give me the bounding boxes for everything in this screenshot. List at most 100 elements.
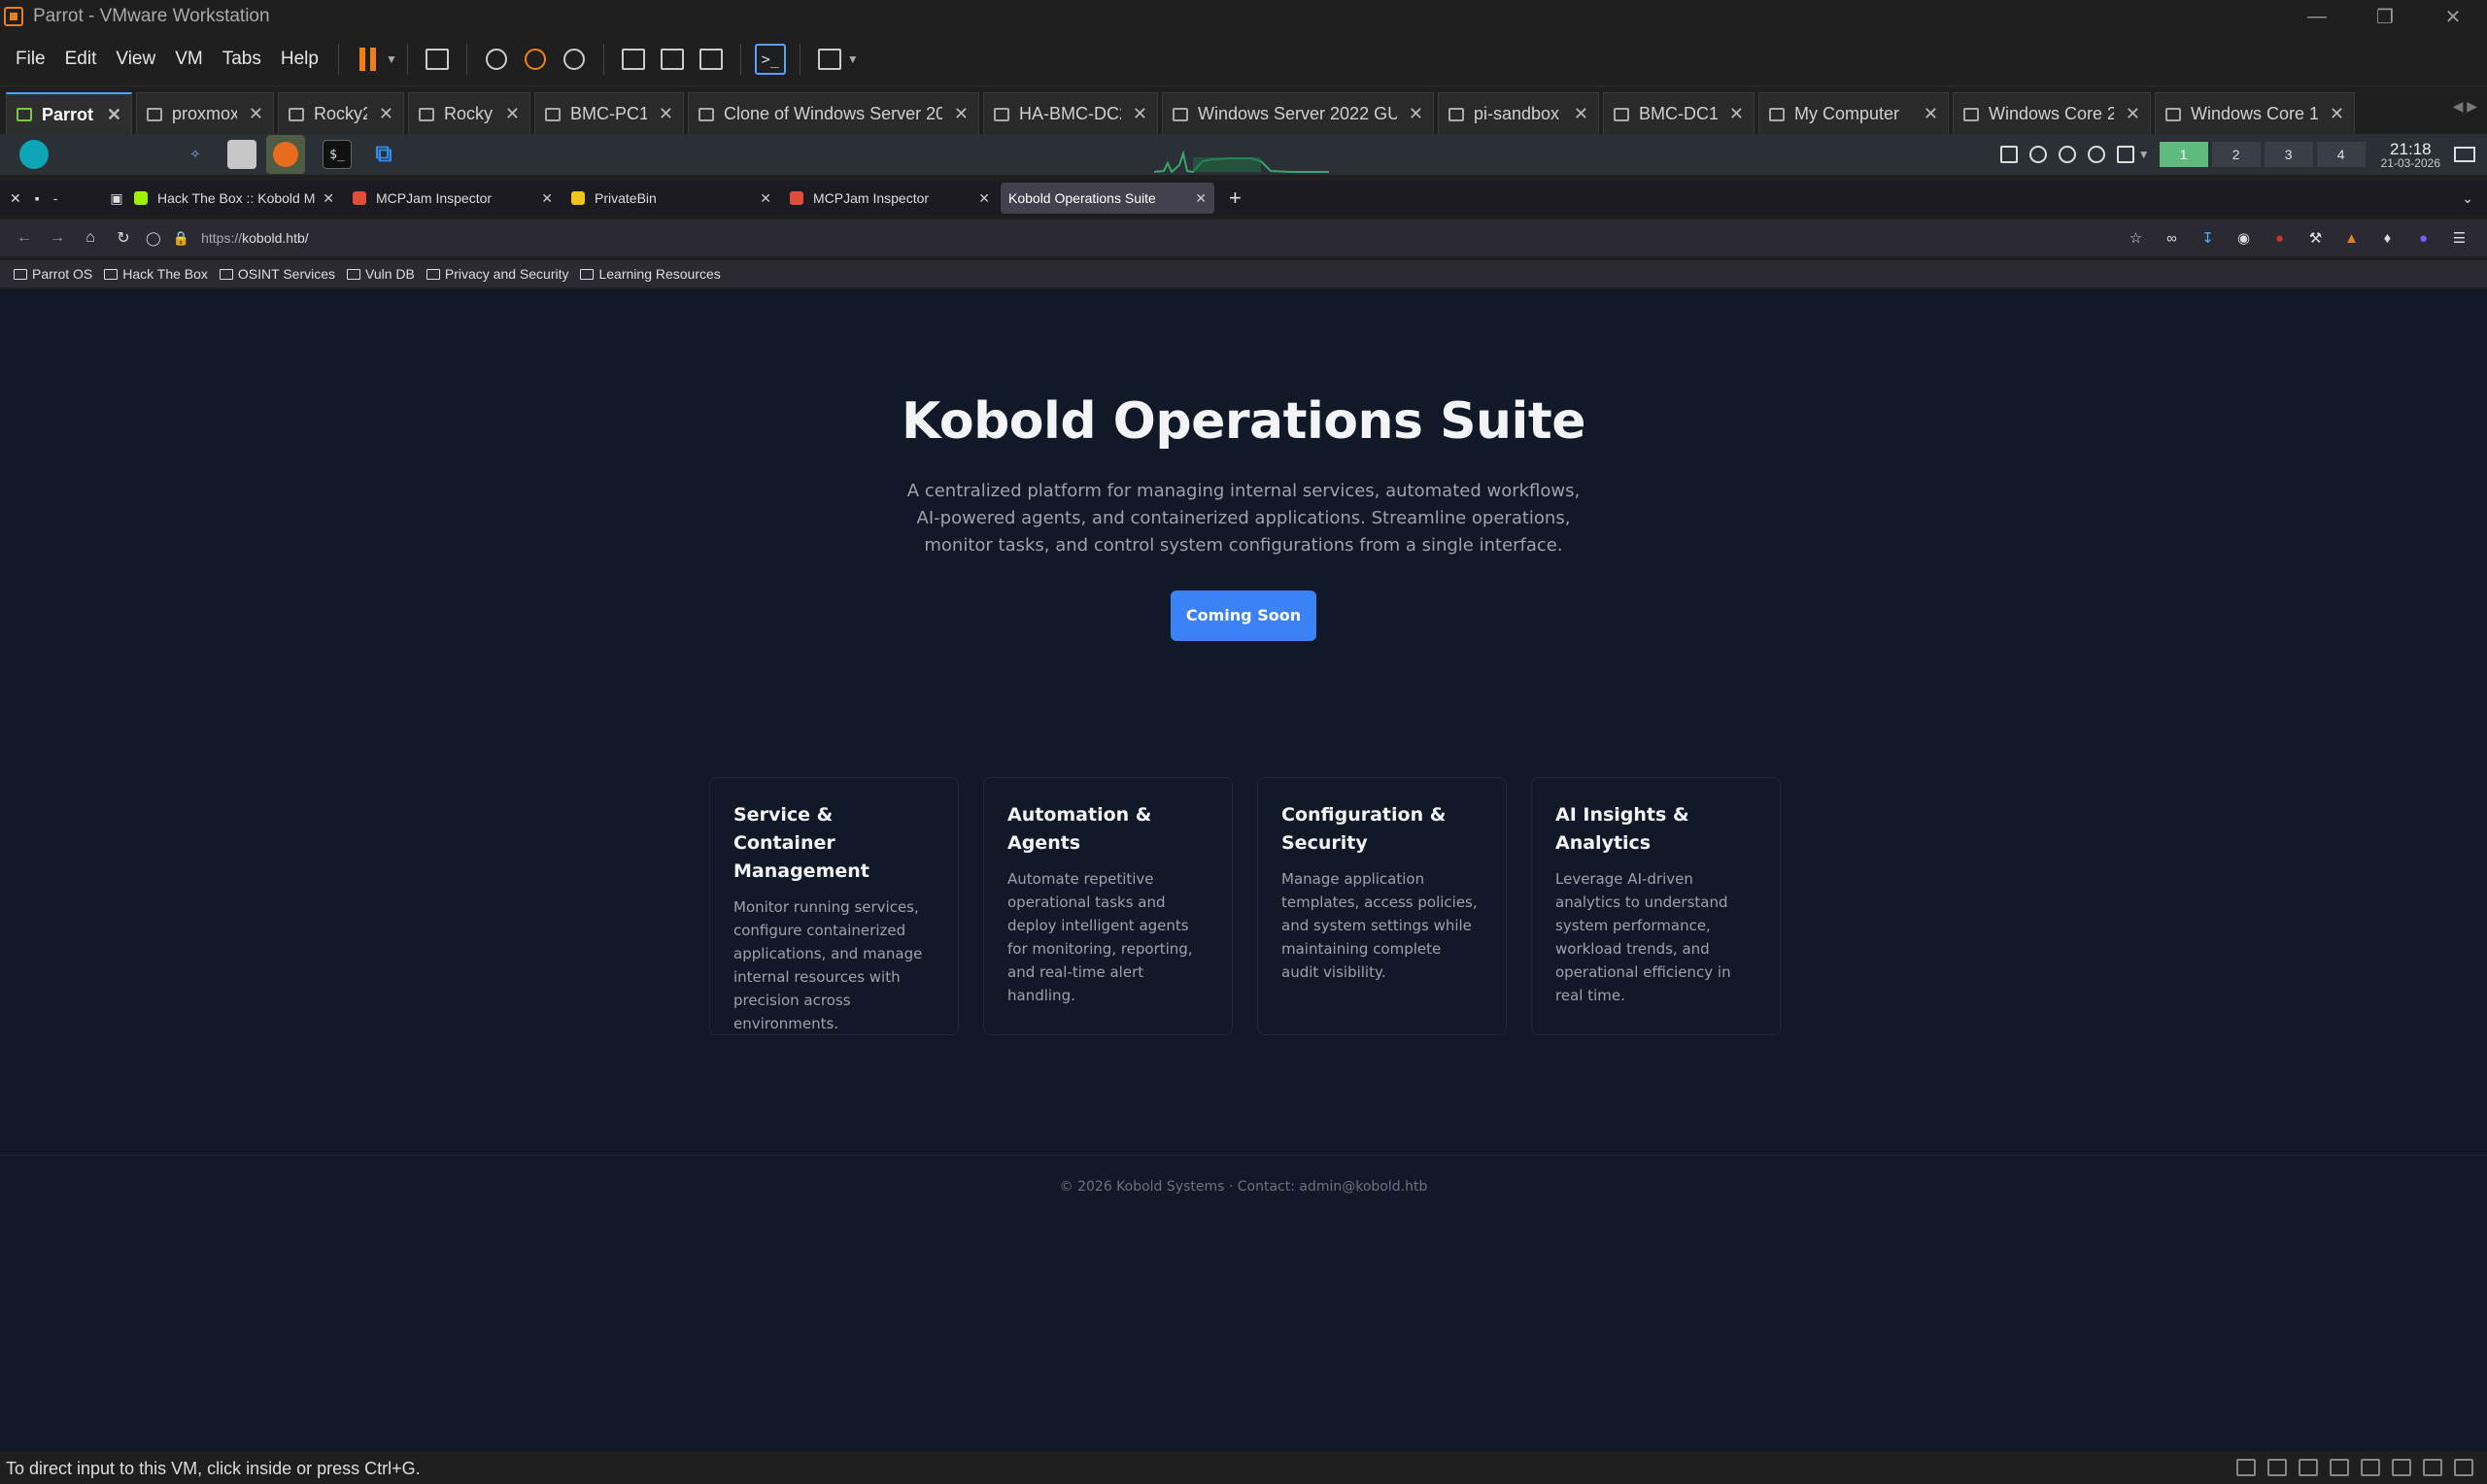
vm-tab-bmc-pc1[interactable]: BMC-PC1 ✕ [534,92,684,135]
close-icon[interactable]: ✕ [323,190,334,207]
notification-extension-icon[interactable]: ● [2405,230,2441,247]
minimize-icon[interactable]: - [53,190,58,206]
vm-tab-rocky[interactable]: Rocky ✕ [408,92,530,135]
snapshot-button[interactable] [479,42,514,77]
vm-tab-bmc-dc1[interactable]: BMC-DC1 ✕ [1603,92,1755,135]
downloads-icon[interactable]: ↧ [2190,229,2226,247]
restore-icon[interactable]: ❐ [2351,0,2419,33]
close-icon[interactable]: ✕ [249,104,263,124]
vm-tab-proxmox[interactable]: proxmox ✕ [136,92,274,135]
shield-icon[interactable]: ◯ [146,230,161,247]
vm-tab-pi-sandbox[interactable]: pi-sandbox ✕ [1438,92,1599,135]
network-icon[interactable]: ✧ [181,140,210,169]
close-icon[interactable]: ✕ [1924,104,1938,124]
browser-tab[interactable]: MCPJam Inspector ✕ [782,183,998,214]
firefox-icon[interactable] [266,135,305,174]
vscode-icon[interactable]: ⧉ [369,140,398,169]
close-icon[interactable]: ✕ [1133,104,1147,124]
browser-tab[interactable]: PrivateBin ✕ [563,183,779,214]
url-bar[interactable]: ◯ 🔒 https://kobold.htb/ [146,223,2118,253]
chevron-down-icon[interactable]: ▼ [2138,148,2150,161]
record-icon[interactable] [2087,146,2105,163]
bookmark-folder[interactable]: Learning Resources [580,266,721,282]
vm-tab-windows-core-1[interactable]: Windows Core 1 ✕ [2155,92,2355,135]
reload-icon[interactable]: ↻ [107,228,140,248]
usb-icon[interactable] [2330,1459,2349,1476]
browser-tab[interactable]: Hack The Box :: Kobold Ma ✕ [126,183,342,214]
pause-button[interactable] [351,42,386,77]
menu-view[interactable]: View [106,49,165,70]
hamburger-menu-icon[interactable]: ☰ [2441,229,2477,247]
vm-tab-clone-windows-server[interactable]: Clone of Windows Server 202...✕ [688,92,979,135]
bookmark-star-icon[interactable]: ☆ [2118,229,2154,247]
close-icon[interactable]: ✕ [379,104,393,124]
minimize-icon[interactable]: — [2283,0,2351,33]
close-icon[interactable]: ✕ [2126,104,2140,124]
settings-icon[interactable] [2058,146,2076,163]
vm-tab-ha-bmc-dc2[interactable]: HA-BMC-DC2 ✕ [983,92,1158,135]
sound-icon[interactable] [2361,1459,2380,1476]
close-icon[interactable]: ✕ [2330,104,2344,124]
fullscreen-button[interactable] [694,42,729,77]
menu-help[interactable]: Help [271,49,328,70]
menu-file[interactable]: File [6,49,55,70]
library-button[interactable] [616,42,651,77]
terminal-icon[interactable]: $_ [323,140,352,169]
extensions-icon[interactable]: ♦ [2369,230,2405,247]
home-icon[interactable]: ⌂ [74,229,107,247]
close-icon[interactable]: ✕ [1409,104,1423,124]
coming-soon-button[interactable]: Coming Soon [1171,590,1316,641]
display-icon[interactable] [2116,146,2134,163]
workspace-1[interactable]: 1 [2159,142,2208,167]
tools-icon[interactable]: ⚒ [2298,229,2334,247]
close-icon[interactable]: ✕ [505,104,520,124]
ublock-icon[interactable]: ● [2262,230,2298,247]
chevron-down-icon[interactable]: ▼ [386,52,397,66]
revert-snapshot-button[interactable] [518,42,553,77]
parrot-menu-icon[interactable] [19,140,49,169]
forward-icon[interactable]: → [41,229,74,247]
list-all-tabs-icon[interactable]: ⌄ [2462,190,2473,207]
cd-drive-icon[interactable] [2267,1459,2287,1476]
menu-tabs[interactable]: Tabs [213,49,271,70]
close-icon[interactable]: ✕ [760,190,771,207]
volume-icon[interactable] [2028,146,2047,163]
vm-tab-windows-core-2[interactable]: Windows Core 2 ✕ [1953,92,2151,135]
vm-tab-my-computer[interactable]: My Computer ✕ [1758,92,1949,135]
chevron-down-icon[interactable]: ▼ [847,52,859,66]
snapshot-manager-button[interactable] [557,42,592,77]
workspace-4[interactable]: 4 [2316,142,2366,167]
bookmark-folder[interactable]: Parrot OS [14,266,92,282]
close-icon[interactable]: ✕ [10,190,21,207]
close-icon[interactable]: ✕ [2419,0,2487,33]
display-icon[interactable] [2423,1459,2442,1476]
browser-tab[interactable]: MCPJam Inspector ✕ [345,183,561,214]
lock-icon[interactable]: 🔒 [173,230,189,247]
foxyproxy-icon[interactable]: ▲ [2334,230,2369,247]
workspace-3[interactable]: 3 [2264,142,2313,167]
close-icon[interactable]: ✕ [954,104,969,124]
account-icon[interactable]: ◉ [2226,229,2262,247]
new-tab-button[interactable]: + [1229,186,1242,211]
clipboard-icon[interactable] [1999,146,2018,163]
mask-extension-icon[interactable]: ∞ [2154,230,2190,247]
bookmark-folder[interactable]: Vuln DB [347,266,415,282]
back-icon[interactable]: ← [8,229,41,247]
file-manager-icon[interactable] [227,140,256,169]
network-adapter-icon[interactable] [2299,1459,2318,1476]
vm-tab-rocky2[interactable]: Rocky2 ✕ [278,92,404,135]
console-view-button[interactable]: >_ [753,42,788,77]
close-icon[interactable]: ✕ [659,104,673,124]
bookmark-folder[interactable]: Hack The Box [104,266,208,282]
stretch-guest-button[interactable] [812,42,847,77]
browser-tab-active[interactable]: Kobold Operations Suite ✕ [1001,183,1214,214]
close-icon[interactable]: ✕ [107,105,121,125]
close-icon[interactable]: ✕ [978,190,990,207]
menu-edit[interactable]: Edit [55,49,107,70]
workspace-2[interactable]: 2 [2211,142,2261,167]
show-desktop-icon[interactable] [2454,147,2475,162]
close-icon[interactable]: ✕ [1729,104,1744,124]
close-icon[interactable]: ✕ [1195,190,1207,207]
hard-disk-icon[interactable] [2236,1459,2256,1476]
menu-vm[interactable]: VM [165,49,213,70]
